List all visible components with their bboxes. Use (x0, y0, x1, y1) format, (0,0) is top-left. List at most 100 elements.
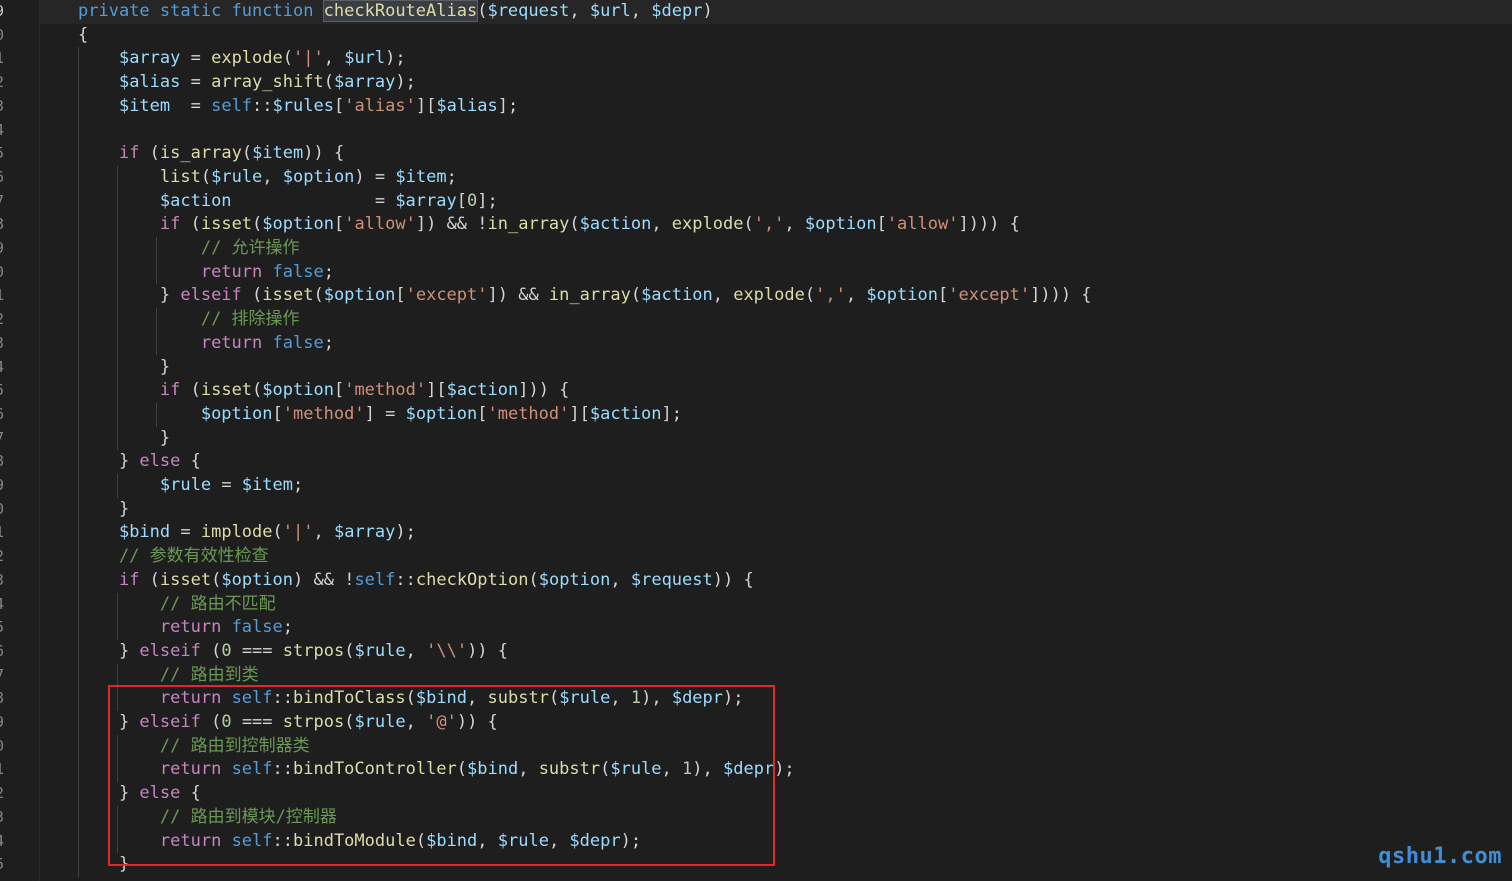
code-token: } (78, 451, 140, 472)
code-token: ]))) { (1030, 285, 1092, 306)
code-token: ( (252, 380, 263, 401)
code-line[interactable]: return false; (78, 332, 334, 356)
code-line[interactable]: $array = explode('|', $url); (78, 47, 406, 71)
code-token: = (180, 72, 212, 93)
code-line[interactable]: return false; (78, 616, 293, 640)
code-token: ]; (477, 190, 498, 211)
code-token: false (231, 617, 283, 638)
code-line[interactable]: return false; (78, 261, 334, 285)
code-line[interactable]: $bind = implode('|', $array); (78, 521, 416, 545)
code-token: ( (211, 569, 222, 590)
code-token: ( (241, 143, 253, 164)
code-token: = (180, 48, 212, 69)
code-token: is_array (159, 143, 242, 164)
line-number: 0 (0, 24, 4, 48)
code-token: , (405, 640, 427, 661)
code-line[interactable]: $item = self::$rules['alias'][$alias]; (78, 95, 518, 119)
code-token: in_array (548, 285, 631, 306)
code-token: ][ (415, 95, 437, 116)
code-token: '|' (293, 48, 324, 69)
code-token: static (159, 1, 232, 21)
line-number: 6 (0, 166, 4, 190)
code-line[interactable]: list($rule, $option) = $item; (78, 166, 457, 190)
code-line[interactable]: $alias = array_shift($array); (78, 71, 416, 95)
code-token: 'allow' (886, 214, 959, 235)
code-line[interactable]: if (isset($option['method'][$action])) { (78, 379, 570, 403)
code-line[interactable]: } else { (78, 450, 201, 474)
code-token: // 参数有效性检查 (118, 546, 269, 567)
code-token: { (180, 451, 201, 472)
code-token: , (630, 1, 652, 21)
code-line[interactable]: private static function checkRouteAlias(… (78, 0, 713, 24)
code-token: } (78, 427, 171, 448)
code-line[interactable]: } (78, 427, 170, 451)
code-token: else (139, 451, 181, 472)
code-token: ) && ! (293, 569, 355, 590)
code-token: $rules (272, 95, 334, 116)
code-token: ; (323, 332, 334, 353)
code-token: , (845, 285, 867, 306)
code-token: $option (262, 214, 334, 235)
line-number: 2 (0, 71, 4, 95)
code-token: $url (344, 48, 386, 69)
code-token: $item (252, 143, 304, 164)
code-token: , (313, 522, 334, 543)
code-line[interactable]: // 允许操作 (78, 237, 300, 261)
code-token: :: (395, 569, 416, 590)
code-line[interactable]: // 排除操作 (78, 308, 300, 332)
code-token: [ (937, 285, 949, 306)
code-token: explode (733, 285, 805, 306)
code-token: , (569, 1, 590, 21)
line-number: 8 (0, 687, 4, 711)
code-token: $option (866, 285, 938, 306)
code-token: $array (333, 522, 396, 543)
code-token: ( (139, 143, 160, 164)
code-token: checkOption (415, 569, 529, 590)
code-line[interactable]: } elseif (0 === strpos($rule, '\\')) { (78, 640, 508, 664)
code-token: ); (774, 759, 795, 780)
code-line[interactable]: } elseif (isset($option['except']) && in… (78, 284, 1092, 308)
code-token: )) { (303, 143, 345, 164)
code-token: ( (282, 48, 293, 69)
code-token: ); (395, 72, 416, 93)
code-line[interactable]: { (78, 24, 88, 48)
code-token: ( (200, 640, 222, 661)
code-token: , (323, 48, 345, 69)
code-token: 'method' (344, 380, 427, 401)
code-token: $option (200, 403, 273, 424)
code-token: ( (569, 214, 580, 235)
code-line[interactable]: } (78, 356, 170, 380)
code-line[interactable]: // 路由到类 (78, 664, 259, 688)
line-number: 7 (0, 427, 4, 451)
code-line[interactable]: // 参数有效性检查 (78, 545, 269, 569)
code-line[interactable]: $action = $array[0]; (78, 190, 498, 214)
code-token: $option (262, 380, 334, 401)
code-token: list (159, 166, 201, 187)
code-token: isset (200, 214, 253, 235)
code-editor[interactable]: 9012345678901234567890123456789012345 pr… (0, 0, 1512, 881)
line-number: 7 (0, 190, 4, 214)
line-number: 7 (0, 664, 4, 688)
line-number: 6 (0, 640, 4, 664)
code-line[interactable]: if (is_array($item)) { (78, 142, 344, 166)
code-token: $bind (118, 522, 171, 543)
code-token: , (610, 569, 631, 590)
code-token: ])) { (518, 380, 570, 401)
code-token: $item (118, 95, 171, 116)
code-line[interactable]: if (isset($option['allow']) && !in_array… (78, 213, 1020, 237)
code-line[interactable]: // 路由不匹配 (78, 593, 276, 617)
code-line[interactable]: } (78, 498, 129, 522)
code-line[interactable]: if (isset($option) && !self::checkOption… (78, 569, 754, 593)
line-number: 9 (0, 474, 4, 498)
line-number: 9 (0, 711, 4, 735)
code-line[interactable]: $option['method'] = $option['method'][$a… (78, 403, 682, 427)
line-number: 5 (0, 616, 4, 640)
code-line[interactable]: $rule = $item; (78, 474, 303, 498)
